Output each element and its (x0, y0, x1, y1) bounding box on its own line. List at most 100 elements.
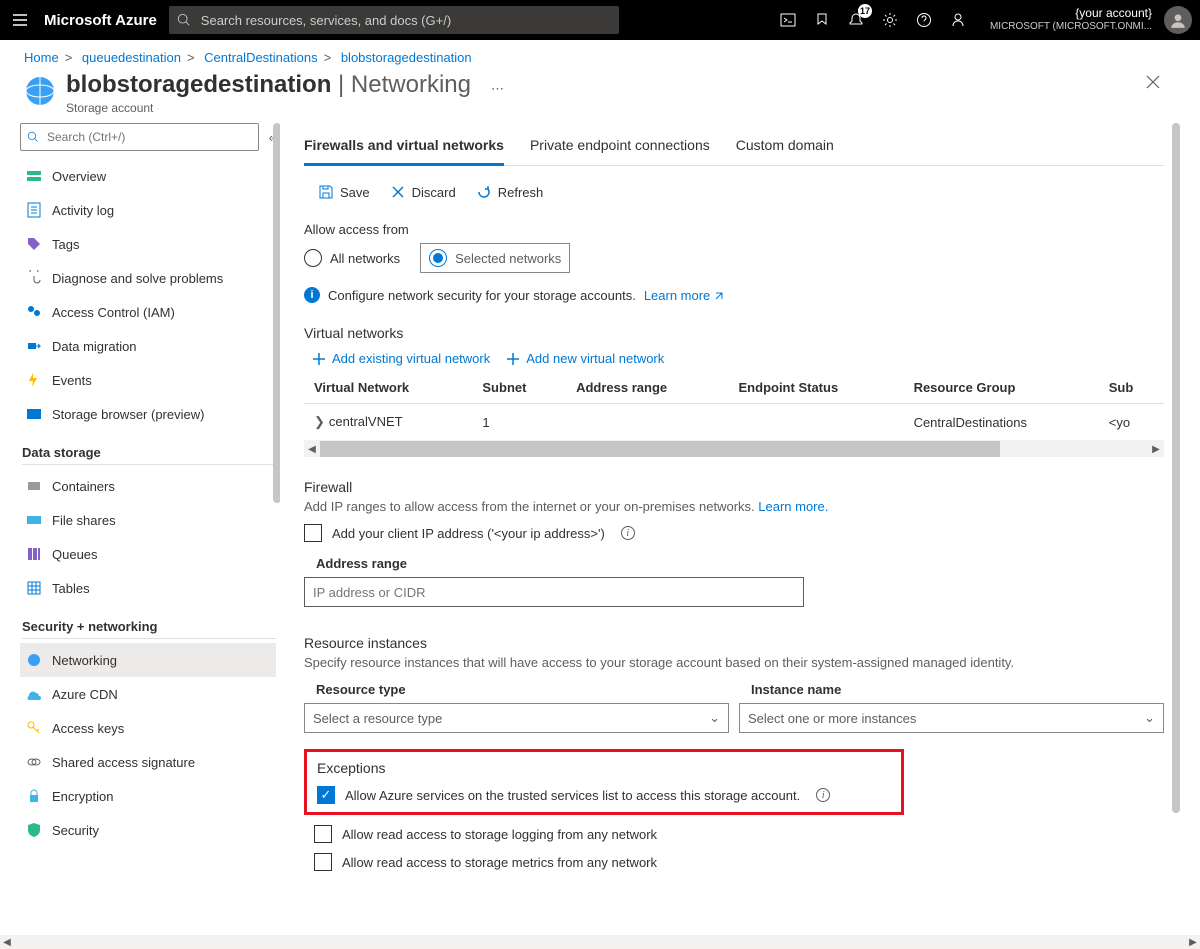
sidebar-item-activity-log[interactable]: Activity log (20, 193, 276, 227)
sidebar-item-overview[interactable]: Overview (20, 159, 276, 193)
refresh-button[interactable]: Refresh (470, 180, 550, 204)
lock-icon (26, 788, 42, 804)
sidebar-item-diagnose[interactable]: Diagnose and solve problems (20, 261, 276, 295)
feedback-icon[interactable] (948, 10, 968, 30)
sidebar-item-networking[interactable]: Networking (20, 643, 276, 677)
address-range-input[interactable] (304, 577, 804, 607)
sidebar-search-input[interactable] (45, 129, 252, 145)
settings-icon[interactable] (880, 10, 900, 30)
cdn-icon (26, 686, 42, 702)
instance-name-select[interactable]: Select one or more instances⌄ (739, 703, 1164, 733)
resource-type-select[interactable]: Select a resource type⌄ (304, 703, 729, 733)
containers-icon (26, 478, 42, 494)
info-icon[interactable]: i (816, 788, 830, 802)
avatar[interactable] (1164, 6, 1192, 34)
sidebar-item-azure-cdn[interactable]: Azure CDN (20, 677, 276, 711)
more-actions-button[interactable]: ⋯ (491, 81, 506, 97)
sidebar-item-iam[interactable]: Access Control (IAM) (20, 295, 276, 329)
add-existing-vnet-button[interactable]: Add existing virtual network (312, 351, 490, 366)
col-subnet[interactable]: Subnet (472, 372, 566, 404)
tags-icon (26, 236, 42, 252)
discard-button[interactable]: Discard (384, 180, 462, 204)
sidebar-item-access-keys[interactable]: Access keys (20, 711, 276, 745)
storage-logging-checkbox[interactable]: Allow read access to storage logging fro… (314, 825, 1164, 843)
main-scrollbar[interactable] (1172, 123, 1180, 813)
allow-access-label: Allow access from (304, 222, 1164, 237)
vnet-table-scrollbar[interactable]: ◀▶ (304, 441, 1164, 457)
cloud-shell-icon[interactable] (778, 10, 798, 30)
notifications-icon[interactable]: 17 (846, 10, 866, 30)
table-row[interactable]: ❯centralVNET 1 CentralDestinations <yo (304, 404, 1164, 441)
global-search[interactable] (169, 6, 619, 34)
address-range-label: Address range (304, 556, 1164, 571)
sidebar-group-data-storage: Data storage (22, 445, 276, 465)
directories-icon[interactable] (812, 10, 832, 30)
sidebar-item-data-migration[interactable]: Data migration (20, 329, 276, 363)
col-endpoint[interactable]: Endpoint Status (729, 372, 904, 404)
hamburger-icon[interactable] (8, 8, 32, 32)
search-icon (177, 13, 191, 27)
notification-badge: 17 (858, 4, 872, 18)
col-range[interactable]: Address range (566, 372, 728, 404)
sas-icon (26, 754, 42, 770)
chevron-right-icon[interactable]: ❯ (314, 414, 325, 429)
sidebar-item-encryption[interactable]: Encryption (20, 779, 276, 813)
breadcrumb: Home> queuedestination> CentralDestinati… (0, 40, 1200, 65)
tab-firewalls[interactable]: Firewalls and virtual networks (304, 137, 504, 166)
account-name: {your account} (990, 6, 1152, 20)
storage-metrics-checkbox[interactable]: Allow read access to storage metrics fro… (314, 853, 1164, 871)
firewall-learn-link[interactable]: Learn more. (758, 499, 828, 514)
add-new-vnet-button[interactable]: Add new virtual network (506, 351, 664, 366)
exceptions-heading: Exceptions (317, 760, 891, 776)
storage-account-icon (24, 75, 56, 107)
page-title: blobstoragedestination | Networking (66, 71, 471, 99)
col-rg[interactable]: Resource Group (904, 372, 1099, 404)
overview-icon (26, 168, 42, 184)
sidebar-item-security[interactable]: Security (20, 813, 276, 847)
resource-type-label: Resource type (304, 682, 729, 697)
diagnose-icon (26, 270, 42, 286)
chevron-down-icon: ⌄ (1144, 710, 1155, 726)
col-sub[interactable]: Sub (1099, 372, 1164, 404)
help-icon[interactable] (914, 10, 934, 30)
storage-browser-icon (26, 406, 42, 422)
key-icon (26, 720, 42, 736)
sidebar-item-storage-browser[interactable]: Storage browser (preview) (20, 397, 276, 431)
crumb-home[interactable]: Home (24, 50, 59, 65)
close-blade-button[interactable] (1146, 75, 1160, 92)
trusted-services-checkbox[interactable]: ✓Allow Azure services on the trusted ser… (317, 786, 891, 804)
tables-icon (26, 580, 42, 596)
sidebar-item-file-shares[interactable]: File shares (20, 503, 276, 537)
sidebar-search[interactable] (20, 123, 259, 151)
network-security-info: Configure network security for your stor… (328, 288, 636, 303)
instance-name-label: Instance name (739, 682, 1164, 697)
sidebar-item-queues[interactable]: Queues (20, 537, 276, 571)
add-client-ip-checkbox[interactable]: Add your client IP address ('<your ip ad… (304, 524, 1164, 542)
crumb-3[interactable]: blobstoragedestination (341, 50, 472, 65)
sidebar-item-tags[interactable]: Tags (20, 227, 276, 261)
radio-all-networks[interactable]: All networks (304, 249, 400, 267)
sidebar-item-containers[interactable]: Containers (20, 469, 276, 503)
queues-icon (26, 546, 42, 562)
radio-selected-networks[interactable]: Selected networks (420, 243, 570, 273)
firewall-heading: Firewall (304, 479, 1164, 495)
resource-instances-desc: Specify resource instances that will hav… (304, 655, 1164, 670)
crumb-2[interactable]: CentralDestinations (204, 50, 317, 65)
save-button[interactable]: Save (312, 180, 376, 204)
firewall-desc: Add IP ranges to allow access from the i… (304, 499, 755, 514)
sidebar-scrollbar[interactable] (273, 123, 280, 503)
page-horizontal-scrollbar[interactable]: ◀▶ (0, 935, 1200, 949)
crumb-1[interactable]: queuedestination (82, 50, 181, 65)
events-icon (26, 372, 42, 388)
tab-custom-domain[interactable]: Custom domain (736, 137, 834, 165)
learn-more-link[interactable]: Learn more (644, 288, 724, 303)
shield-icon (26, 822, 42, 838)
col-vnet[interactable]: Virtual Network (304, 372, 472, 404)
sidebar-item-tables[interactable]: Tables (20, 571, 276, 605)
sidebar-item-sas[interactable]: Shared access signature (20, 745, 276, 779)
tab-private-endpoints[interactable]: Private endpoint connections (530, 137, 710, 165)
account-block[interactable]: {your account} MICROSOFT (MICROSOFT.ONMI… (990, 6, 1152, 34)
global-search-input[interactable] (199, 12, 611, 29)
sidebar-item-events[interactable]: Events (20, 363, 276, 397)
info-icon[interactable]: i (621, 526, 635, 540)
